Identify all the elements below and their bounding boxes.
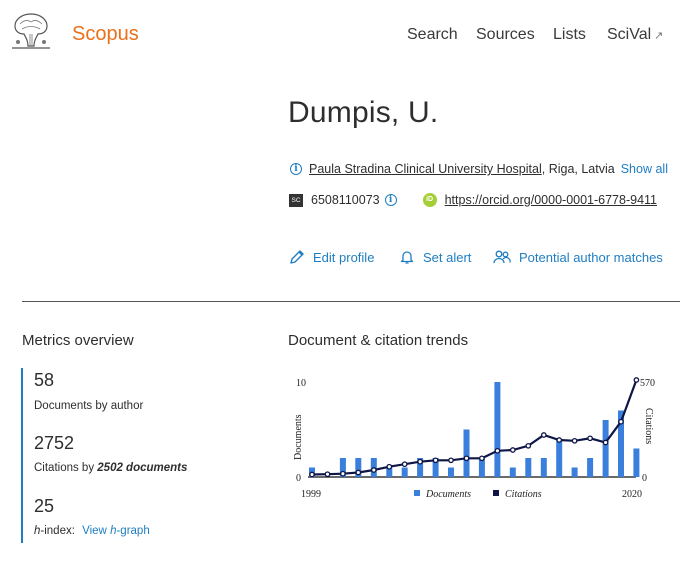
y-right-tick-label-bottom: 0 <box>642 473 647 484</box>
citations-point-2018[interactable] <box>602 439 609 446</box>
citations-point-2013[interactable] <box>525 442 532 449</box>
pencil-icon <box>290 250 304 264</box>
affiliation-link[interactable]: Paula Stradina Clinical University Hospi… <box>309 162 542 176</box>
legend-citations-label: Citations <box>505 489 542 500</box>
citations-point-2017[interactable] <box>587 435 593 442</box>
citations-point-2020[interactable] <box>633 377 640 383</box>
section-divider <box>22 301 680 302</box>
nav-lists[interactable]: Lists <box>553 26 586 44</box>
citations-point-2016[interactable] <box>571 437 578 444</box>
view-h-graph-suffix: -graph <box>116 525 150 537</box>
documents-bar-2018[interactable] <box>602 420 609 477</box>
citations-point-2019[interactable] <box>618 418 624 425</box>
documents-bar-2016[interactable] <box>571 467 578 478</box>
y-tick-label-top: 10 <box>296 378 306 389</box>
documents-label: Documents by author <box>34 400 144 412</box>
citations-point-2007[interactable] <box>432 457 439 464</box>
legend-documents-swatch <box>414 490 420 496</box>
documents-bar-2012[interactable] <box>509 467 516 478</box>
nav-scival[interactable]: SciVal ↗ <box>607 26 663 44</box>
document-citation-trends-chart: 10 0 Documents 570 0 Citations 1999 2020… <box>293 377 655 500</box>
view-h-graph-prefix: View <box>82 525 111 537</box>
orcid-icon: iD <box>422 193 437 207</box>
y-right-axis-label: Citations <box>643 408 654 444</box>
set-alert-label: Set alert <box>423 249 472 265</box>
edit-profile-button[interactable]: Edit profile <box>289 249 374 265</box>
y-tick-label-bottom: 0 <box>296 473 301 484</box>
bell-icon <box>400 251 414 264</box>
x-tick-label-end: 2020 <box>622 489 642 500</box>
metrics-accent-bar <box>21 368 23 543</box>
legend-documents-label: Documents <box>425 489 471 500</box>
documents-bar-2017[interactable] <box>587 458 594 477</box>
scopus-brand[interactable]: Scopus <box>72 23 139 46</box>
external-link-icon: ↗ <box>654 30 664 42</box>
author-name: Dumpis, U. <box>288 96 439 129</box>
edit-profile-label: Edit profile <box>313 249 375 265</box>
citations-point-2008[interactable] <box>448 457 454 464</box>
potential-author-matches-label: Potential author matches <box>519 249 663 265</box>
documents-bar-2020[interactable] <box>633 448 640 478</box>
elsevier-logo-icon[interactable] <box>6 6 56 52</box>
identifiers-row: SC 6508110073 i iD https://orcid.org/000… <box>289 193 657 207</box>
citations-point-2001[interactable] <box>340 470 346 477</box>
citations-documents-count: 2502 documents <box>97 462 188 474</box>
citations-point-2014[interactable] <box>540 432 547 438</box>
users-icon <box>493 250 511 264</box>
h-index-suffix: -index: <box>40 525 75 537</box>
documents-bar-2008[interactable] <box>448 467 454 478</box>
affiliation-location: , Riga, Latvia <box>541 162 615 176</box>
orcid-link[interactable]: https://orcid.org/0000-0001-6778-9411 <box>445 193 657 207</box>
citations-point-2003[interactable] <box>370 467 377 473</box>
documents-bar-2015[interactable] <box>556 439 563 477</box>
metrics-overview-title: Metrics overview <box>22 332 134 349</box>
citations-point-2009[interactable] <box>463 455 470 462</box>
h-index-label: h-index: View h-graph <box>34 525 150 537</box>
nav-search[interactable]: Search <box>407 26 458 44</box>
info-icon[interactable]: i <box>384 194 397 206</box>
documents-bar-2009[interactable] <box>463 429 470 478</box>
documents-count: 58 <box>34 370 55 390</box>
h-index-value: 25 <box>34 496 55 516</box>
citations-point-2004[interactable] <box>386 463 393 470</box>
citations-point-2002[interactable] <box>355 469 362 476</box>
scopus-id-icon: SC <box>289 193 303 207</box>
citations-point-2010[interactable] <box>479 455 485 462</box>
info-icon[interactable]: i <box>290 163 302 175</box>
citations-point-1999[interactable] <box>309 471 315 478</box>
nav-sources[interactable]: Sources <box>476 26 535 44</box>
citations-label: Citations by 2502 documents <box>34 462 187 474</box>
citations-label-prefix: Citations by <box>34 462 98 474</box>
set-alert-button[interactable]: Set alert <box>399 249 471 265</box>
documents-bar-2014[interactable] <box>540 458 547 477</box>
y-right-tick-label-top: 570 <box>640 378 655 389</box>
documents-bar-2013[interactable] <box>525 458 532 477</box>
legend-citations-swatch <box>493 490 499 496</box>
view-h-graph-link[interactable]: View h-graph <box>82 525 150 537</box>
citations-point-2000[interactable] <box>324 471 331 478</box>
documents-bar-2005[interactable] <box>401 467 408 478</box>
citations-point-2012[interactable] <box>509 447 516 453</box>
top-header: Scopus Search Sources Lists SciVal ↗ <box>0 0 680 70</box>
affiliation-row: i Paula Stradina Clinical University Hos… <box>290 162 668 176</box>
scopus-id: 6508110073 <box>311 193 380 207</box>
potential-author-matches-button[interactable]: Potential author matches <box>493 249 663 265</box>
y-axis-label: Documents <box>293 414 304 460</box>
nav-scival-label: SciVal <box>607 26 652 43</box>
citations-count: 2752 <box>34 433 75 453</box>
documents-bar-2011[interactable] <box>494 382 501 477</box>
documents-bars <box>309 382 640 478</box>
x-tick-label-start: 1999 <box>301 489 321 500</box>
citations-point-2005[interactable] <box>401 461 408 468</box>
document-citation-trends-title: Document & citation trends <box>288 332 469 349</box>
citations-point-2011[interactable] <box>494 447 501 454</box>
show-all-link[interactable]: Show all <box>621 162 668 176</box>
citations-point-2015[interactable] <box>556 437 563 443</box>
citations-point-2006[interactable] <box>417 458 423 465</box>
